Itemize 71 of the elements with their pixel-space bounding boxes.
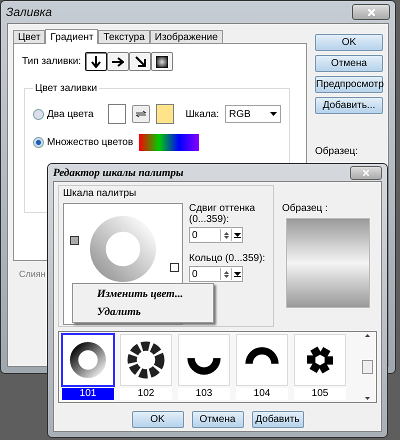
window-title: Заливка (6, 5, 52, 19)
color-stop-handle[interactable] (170, 263, 179, 272)
dropdown-arrow-icon (234, 232, 240, 238)
dialog-button[interactable]: OK (315, 34, 383, 51)
close-icon (363, 170, 369, 176)
fill-type-button[interactable] (107, 52, 130, 71)
spin-arrows-icon (224, 270, 228, 278)
close-button[interactable] (352, 4, 390, 20)
tab[interactable]: Градиент (45, 29, 98, 44)
down-arrow-icon (91, 56, 102, 68)
close-icon (368, 8, 374, 16)
scroll-thumb[interactable] (362, 360, 373, 374)
color-stop-handle[interactable] (70, 236, 79, 245)
bowl-drawing (187, 358, 221, 375)
dialog-button[interactable]: Предпросмотр (315, 76, 383, 93)
group-title: Цвет заливки (34, 83, 98, 94)
close-button[interactable] (350, 166, 382, 180)
dialog-button[interactable]: OK (132, 411, 184, 428)
scroll-down-icon[interactable] (365, 397, 370, 400)
radio-button[interactable] (33, 108, 44, 120)
tab[interactable]: Текстура (98, 30, 150, 43)
preset-label[interactable]: 102 (120, 388, 172, 400)
spectrum-gradient[interactable] (139, 134, 200, 151)
dialog-button[interactable]: Добавить (252, 411, 304, 428)
scroll-up-icon[interactable] (365, 334, 370, 337)
radio-label: Два цвета (47, 108, 94, 120)
blend-label: Слиян (19, 269, 46, 279)
arch-drawing (245, 347, 279, 364)
swap-arrows-icon (134, 110, 146, 118)
ring-drawing (70, 342, 106, 378)
preset-thumbnail[interactable] (62, 334, 114, 386)
fill-type-button[interactable] (151, 52, 174, 71)
scale-dropdown[interactable]: RGB (225, 105, 281, 123)
preset-label[interactable]: 105 (294, 388, 346, 400)
ring-drawing (128, 342, 164, 378)
diagonal-arrow-icon (134, 56, 146, 67)
square-gradient-icon (156, 56, 168, 68)
dialog-button[interactable]: Добавить... (315, 97, 383, 114)
hue-shift-spinbox[interactable]: 0 (189, 227, 243, 243)
segments-drawing (307, 346, 333, 374)
tab[interactable]: Цвет (13, 30, 46, 43)
preset-label[interactable]: 101 (62, 388, 114, 400)
sample-label: Образец: (315, 146, 360, 157)
radio-label: Множество цветов (47, 137, 134, 148)
fill-type-button[interactable] (85, 52, 108, 71)
menu-item[interactable]: Изменить цвет... (73, 287, 213, 301)
field-label: Сдвиг оттенка (0...359): (189, 203, 256, 225)
color-swatch[interactable] (108, 104, 126, 124)
tab[interactable]: Изображение (150, 30, 223, 43)
color-swatch[interactable] (156, 104, 174, 124)
ring-spinbox[interactable]: 0 (189, 266, 243, 282)
right-arrow-icon (112, 56, 124, 66)
spin-arrows-icon (224, 230, 228, 240)
swap-button[interactable] (132, 105, 150, 123)
dialog-button[interactable]: Отмена (315, 55, 383, 72)
scrollbar[interactable] (362, 334, 373, 400)
ring-drawing (90, 216, 156, 282)
preset-label[interactable]: 103 (178, 388, 230, 400)
fill-type-label: Тип заливки: (22, 56, 82, 67)
scale-label: Шкала: (186, 108, 219, 120)
group-title: Шкала палитры (63, 188, 138, 199)
field-label: Кольцо (0...359): (189, 253, 266, 264)
dialog-button[interactable]: Отмена (192, 411, 244, 428)
menu-item[interactable]: Удалить (73, 305, 213, 319)
dropdown-arrow-icon (270, 112, 277, 116)
radio-button[interactable] (33, 137, 44, 148)
window-title: Редактор шкалы палитры (53, 166, 184, 178)
preset-label[interactable]: 104 (236, 388, 288, 400)
dropdown-arrow-icon (234, 271, 240, 277)
sample-label: Образец : (282, 203, 329, 214)
fill-type-button[interactable] (129, 52, 152, 71)
